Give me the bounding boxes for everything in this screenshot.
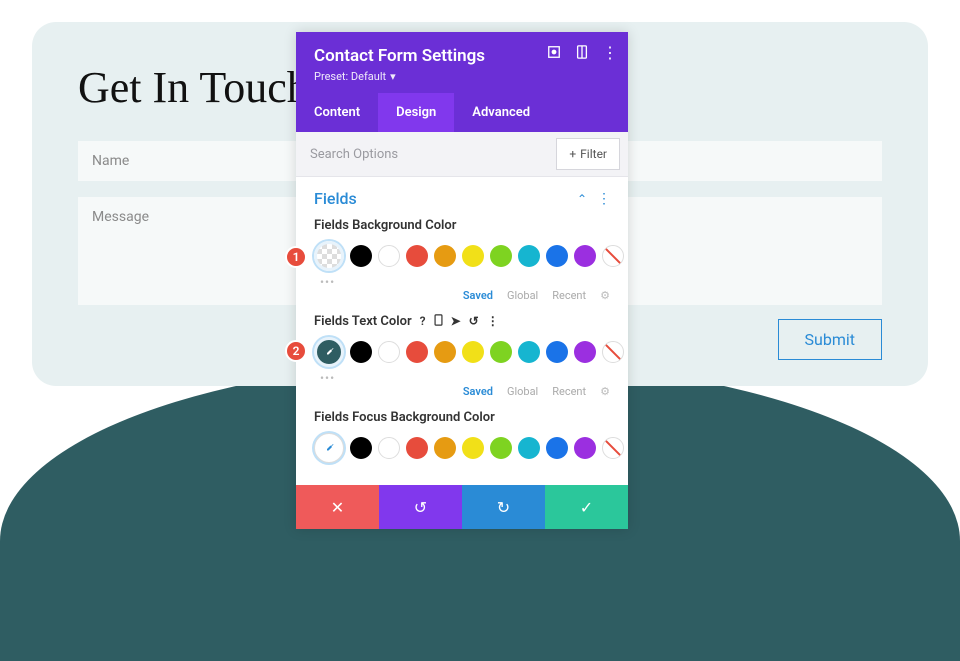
search-input[interactable] xyxy=(296,135,548,174)
panel-body: Fields ⌃ ⋮ Fields Background Color xyxy=(296,177,628,485)
gear-icon[interactable]: ⚙ xyxy=(600,385,610,398)
swatch-blue[interactable] xyxy=(546,341,568,363)
meta-recent[interactable]: Recent xyxy=(552,385,586,398)
section-title: Fields xyxy=(314,189,357,208)
option-fields-text: Fields Text Color ? ➤ ↺ ⋮ xyxy=(314,314,610,398)
swatch-yellow[interactable] xyxy=(462,245,484,267)
caret-down-icon: ▾ xyxy=(390,70,396,83)
swatch-transparent[interactable] xyxy=(314,241,344,271)
swatch-white[interactable] xyxy=(378,437,400,459)
redo-button[interactable]: ↻ xyxy=(462,485,545,529)
chevron-up-icon[interactable]: ⌃ xyxy=(577,192,587,206)
panel-footer: ✕ ↺ ↻ ✓ xyxy=(296,485,628,529)
gear-icon[interactable]: ⚙ xyxy=(600,289,610,302)
filter-button[interactable]: + Filter xyxy=(556,138,620,170)
swatch-row-bg xyxy=(314,241,610,271)
tab-design[interactable]: Design xyxy=(378,93,454,132)
save-button[interactable]: ✓ xyxy=(545,485,628,529)
swatch-none[interactable] xyxy=(602,437,624,459)
swatch-green[interactable] xyxy=(490,245,512,267)
annotation-badge-2: 2 xyxy=(285,340,307,362)
swatch-row-focus xyxy=(314,433,610,463)
more-dots-icon[interactable]: ••• xyxy=(320,275,610,289)
preset-selector[interactable]: Preset: Default ▾ xyxy=(314,70,610,83)
panel-header: Contact Form Settings Preset: Default ▾ … xyxy=(296,32,628,93)
meta-global[interactable]: Global xyxy=(507,289,538,302)
cursor-icon[interactable]: ➤ xyxy=(451,314,461,329)
swatch-none[interactable] xyxy=(602,245,624,267)
swatch-white[interactable] xyxy=(378,245,400,267)
tab-advanced[interactable]: Advanced xyxy=(454,93,548,132)
swatch-meta: Saved Global Recent ⚙ xyxy=(314,385,610,398)
reset-icon[interactable]: ↺ xyxy=(469,314,479,329)
tabs: Content Design Advanced xyxy=(296,93,628,132)
swatch-none[interactable] xyxy=(602,341,624,363)
swatch-green[interactable] xyxy=(490,437,512,459)
settings-panel: Contact Form Settings Preset: Default ▾ … xyxy=(296,32,628,529)
swatch-blue[interactable] xyxy=(546,245,568,267)
more-vert-icon[interactable]: ⋮ xyxy=(487,314,499,329)
device-icon[interactable] xyxy=(434,314,443,329)
swatch-purple[interactable] xyxy=(574,245,596,267)
cancel-button[interactable]: ✕ xyxy=(296,485,379,529)
swatch-eyedropper[interactable] xyxy=(314,433,344,463)
swatch-green[interactable] xyxy=(490,341,512,363)
swatch-cyan[interactable] xyxy=(518,341,540,363)
option-label: Fields Background Color xyxy=(314,218,456,233)
plus-icon: + xyxy=(569,147,576,161)
meta-global[interactable]: Global xyxy=(507,385,538,398)
swatch-yellow[interactable] xyxy=(462,437,484,459)
swatch-purple[interactable] xyxy=(574,341,596,363)
meta-recent[interactable]: Recent xyxy=(552,289,586,302)
swatch-eyedropper[interactable] xyxy=(314,337,344,367)
swatch-meta: Saved Global Recent ⚙ xyxy=(314,289,610,302)
responsive-icon[interactable] xyxy=(574,44,590,60)
swatch-orange[interactable] xyxy=(434,245,456,267)
search-bar: + Filter xyxy=(296,132,628,177)
swatch-black[interactable] xyxy=(350,437,372,459)
swatch-cyan[interactable] xyxy=(518,437,540,459)
swatch-red[interactable] xyxy=(406,341,428,363)
help-icon[interactable]: ? xyxy=(420,314,426,329)
option-fields-bg: Fields Background Color ••• Saved Global… xyxy=(314,218,610,302)
swatch-white[interactable] xyxy=(378,341,400,363)
header-icons: ⋮ xyxy=(546,44,618,60)
swatch-red[interactable] xyxy=(406,245,428,267)
section-more-icon[interactable]: ⋮ xyxy=(597,191,610,207)
swatch-purple[interactable] xyxy=(574,437,596,459)
section-header[interactable]: Fields ⌃ ⋮ xyxy=(314,189,610,208)
undo-button[interactable]: ↺ xyxy=(379,485,462,529)
meta-saved[interactable]: Saved xyxy=(463,289,493,302)
preset-label: Preset: Default xyxy=(314,70,386,83)
more-dots-icon[interactable]: ••• xyxy=(320,371,610,385)
swatch-row-text xyxy=(314,337,610,367)
tab-content[interactable]: Content xyxy=(296,93,378,132)
meta-saved[interactable]: Saved xyxy=(463,385,493,398)
swatch-orange[interactable] xyxy=(434,341,456,363)
expand-icon[interactable] xyxy=(546,44,562,60)
swatch-yellow[interactable] xyxy=(462,341,484,363)
option-toolbar: ? ➤ ↺ ⋮ xyxy=(420,314,499,329)
swatch-black[interactable] xyxy=(350,341,372,363)
swatch-black[interactable] xyxy=(350,245,372,267)
option-label: Fields Text Color xyxy=(314,314,412,329)
swatch-orange[interactable] xyxy=(434,437,456,459)
more-vert-icon[interactable]: ⋮ xyxy=(602,44,618,60)
option-label: Fields Focus Background Color xyxy=(314,410,495,425)
annotation-badge-1: 1 xyxy=(285,246,307,268)
filter-label: Filter xyxy=(580,147,607,161)
option-fields-focus: Fields Focus Background Color xyxy=(314,410,610,463)
swatch-cyan[interactable] xyxy=(518,245,540,267)
swatch-red[interactable] xyxy=(406,437,428,459)
submit-button[interactable]: Submit xyxy=(778,319,882,360)
swatch-blue[interactable] xyxy=(546,437,568,459)
